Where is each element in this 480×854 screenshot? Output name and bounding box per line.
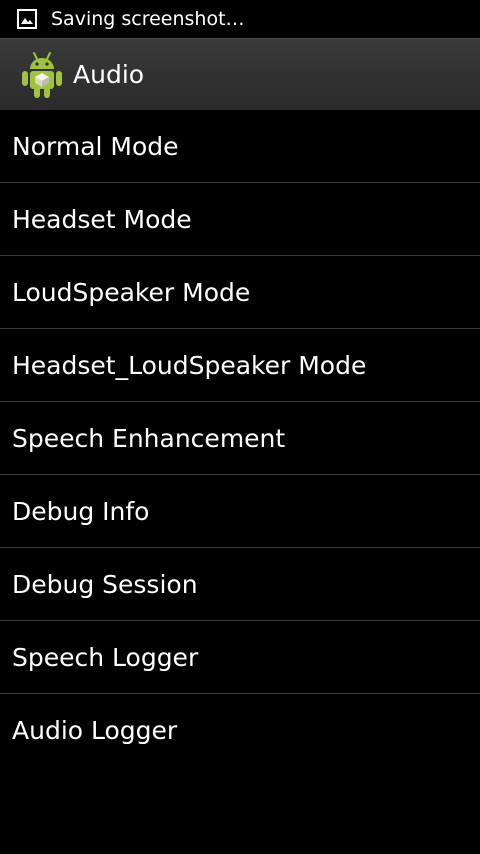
page-title: Audio [73, 60, 145, 89]
list-item-speech-enhancement[interactable]: Speech Enhancement [0, 402, 480, 475]
list-item-label: Speech Logger [12, 642, 199, 672]
list-item-headset-loudspeaker-mode[interactable]: Headset_LoudSpeaker Mode [0, 329, 480, 402]
list-item-label: Normal Mode [12, 131, 179, 161]
list-item-debug-session[interactable]: Debug Session [0, 548, 480, 621]
list-item-normal-mode[interactable]: Normal Mode [0, 110, 480, 183]
list-item-label: Headset_LoudSpeaker Mode [12, 350, 367, 380]
list-item-speech-logger[interactable]: Speech Logger [0, 621, 480, 694]
action-bar: Audio [0, 38, 480, 110]
audio-menu-list: Normal Mode Headset Mode LoudSpeaker Mod… [0, 110, 480, 767]
list-item-label: Headset Mode [12, 204, 192, 234]
list-item-label: Speech Enhancement [12, 423, 286, 453]
status-notification-text: Saving screenshot… [51, 8, 245, 30]
list-item-loudspeaker-mode[interactable]: LoudSpeaker Mode [0, 256, 480, 329]
status-bar: Saving screenshot… [0, 0, 480, 38]
list-item-debug-info[interactable]: Debug Info [0, 475, 480, 548]
list-item-label: Debug Info [12, 496, 150, 526]
android-icon[interactable] [20, 50, 64, 100]
list-item-label: LoudSpeaker Mode [12, 277, 251, 307]
list-item-audio-logger[interactable]: Audio Logger [0, 694, 480, 767]
image-icon [16, 8, 38, 30]
list-item-headset-mode[interactable]: Headset Mode [0, 183, 480, 256]
list-item-label: Audio Logger [12, 716, 178, 745]
list-item-label: Debug Session [12, 569, 198, 599]
